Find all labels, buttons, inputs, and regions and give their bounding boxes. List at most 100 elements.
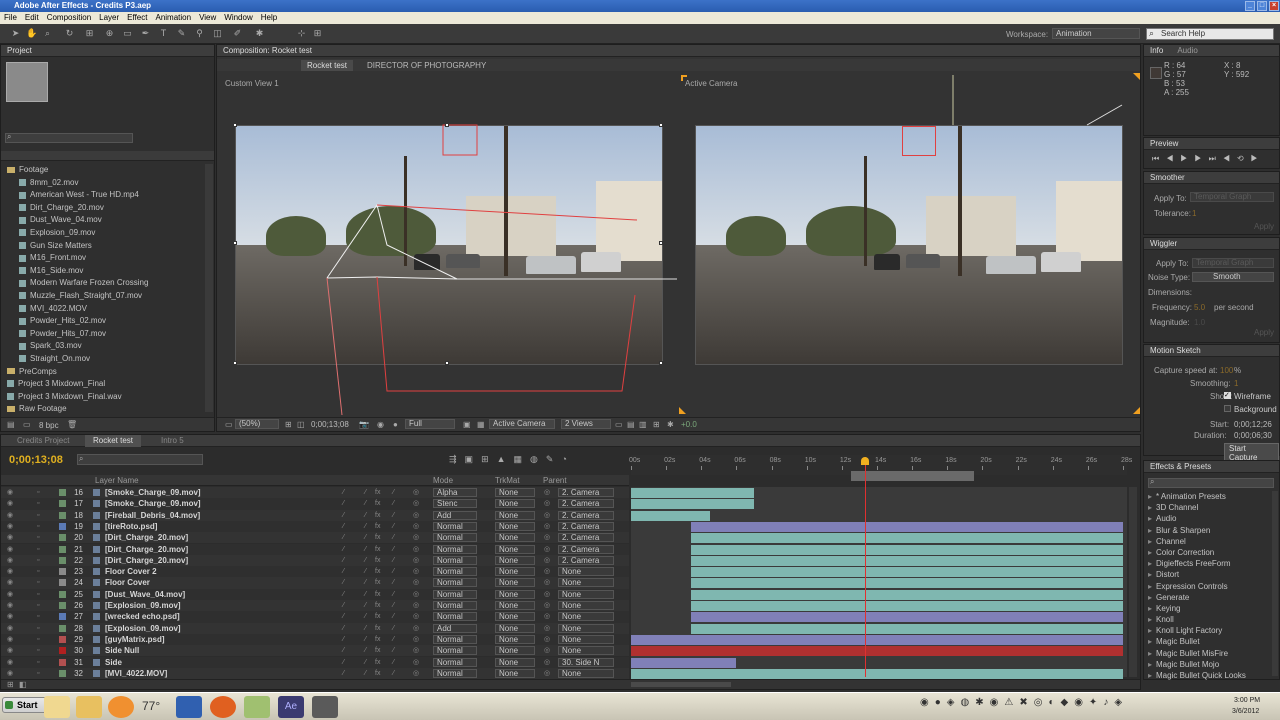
shy-switch-icon[interactable]: ⁄	[343, 579, 350, 586]
blend-mode-select[interactable]: Normal	[433, 612, 477, 622]
quality-switch-icon[interactable]: fx	[375, 512, 382, 519]
zoom-tool-icon[interactable]: ⌕	[42, 28, 53, 39]
trash-icon[interactable]: 🗑	[67, 420, 77, 429]
shy-switch-icon[interactable]: ⁄	[343, 546, 350, 553]
transparency-grid-icon[interactable]: ▦	[477, 420, 485, 429]
selection-tool-icon[interactable]: ➤	[10, 28, 21, 39]
layer-row[interactable]: ◉ ▫ 26 [Explosion_09.mov] ⁄ ⁄ fx ⁄ ◎ Normal None ◎ N…	[1, 600, 629, 612]
layer-row[interactable]: ◉ ▫ 16 [Smoke_Charge_09.mov] ⁄ ⁄ fx ⁄ ◎ Alpha None…	[1, 487, 629, 499]
hand-tool-icon[interactable]: ✋	[26, 28, 37, 39]
layer-name[interactable]: [Dirt_Charge_20.mov]	[105, 532, 188, 543]
blend-mode-select[interactable]: Normal	[433, 634, 477, 644]
project-item[interactable]: Dirt_Charge_20.mov	[5, 202, 201, 215]
lock-icon[interactable]: ▫	[37, 670, 44, 677]
parent-select[interactable]: 2. Camera	[558, 521, 614, 531]
local-axis-icon[interactable]: ⊹	[296, 28, 307, 39]
lock-icon[interactable]: ▫	[37, 546, 44, 553]
visibility-eye-icon[interactable]: ◉	[7, 670, 14, 677]
layer-color-label[interactable]	[59, 534, 66, 542]
project-item[interactable]: Spark_03.mov	[5, 340, 201, 353]
blend-mode-select[interactable]: Normal	[433, 657, 477, 667]
effects-search-input[interactable]	[1148, 478, 1274, 488]
motion-blur-switch-icon[interactable]: ⁄	[393, 647, 400, 654]
effects-category[interactable]: ▸ Knoll Light Factory	[1148, 625, 1270, 636]
3d-layer-switch-icon[interactable]: ◎	[413, 568, 420, 575]
visibility-eye-icon[interactable]: ◉	[7, 489, 14, 496]
pen-tool-icon[interactable]: ✒	[140, 28, 151, 39]
pickwhip-icon[interactable]: ◎	[544, 625, 551, 632]
color-channel-icon[interactable]: ●	[393, 420, 398, 429]
layer-duration-bar[interactable]	[690, 533, 1123, 544]
tray-icon[interactable]: ◆	[1060, 697, 1074, 708]
expand-arrow-icon[interactable]: ▸	[1148, 503, 1152, 512]
layer-handle-icon[interactable]	[659, 123, 663, 127]
menu-file[interactable]: File	[0, 13, 21, 22]
effects-category[interactable]: ▸ Knoll	[1148, 614, 1270, 625]
lock-icon[interactable]: ▫	[37, 579, 44, 586]
search-help-input[interactable]: Search Help	[1146, 28, 1274, 40]
motion-blur-switch-icon[interactable]: ⁄	[393, 500, 400, 507]
shy-switch-icon[interactable]: ⁄	[343, 636, 350, 643]
expand-arrow-icon[interactable]: ▸	[1148, 637, 1152, 646]
live-update-icon[interactable]: ▣	[465, 454, 482, 464]
track-matte-select[interactable]: None	[495, 612, 535, 622]
parent-select[interactable]: 2. Camera	[558, 499, 614, 509]
tray-icon[interactable]: ◎	[1034, 697, 1049, 708]
shy-switch-icon[interactable]: ⁄	[343, 659, 350, 666]
3d-layer-switch-icon[interactable]: ◎	[413, 613, 420, 620]
lock-icon[interactable]: ▫	[37, 602, 44, 609]
track-matte-select[interactable]: None	[495, 601, 535, 610]
visibility-eye-icon[interactable]: ◉	[7, 579, 14, 586]
layer-row[interactable]: ◉ ▫ 25 [Dust_Wave_04.mov] ⁄ ⁄ fx ⁄ ◎ Normal None ◎ N…	[1, 588, 629, 600]
active-camera-viewer[interactable]	[695, 125, 1123, 365]
project-folder[interactable]: Footage	[5, 164, 201, 177]
effects-category[interactable]: ▸ Color Correction	[1148, 547, 1270, 558]
shy-switch-icon[interactable]: ⁄	[343, 647, 350, 654]
motion-blur-switch-icon[interactable]: ⁄	[393, 512, 400, 519]
layer-name[interactable]: [Explosion_09.mov]	[105, 623, 181, 634]
visibility-eye-icon[interactable]: ◉	[7, 568, 14, 575]
puppet-tool-icon[interactable]: ✱	[254, 28, 265, 39]
project-item[interactable]: American West - True HD.mp4	[5, 189, 201, 202]
pickwhip-icon[interactable]: ◎	[544, 670, 551, 677]
layer-duration-bar[interactable]	[631, 488, 754, 498]
layer-row[interactable]: ◉ ▫ 20 [Dirt_Charge_20.mov] ⁄ ⁄ fx ⁄ ◎ Normal None…	[1, 532, 629, 544]
safe-zones-icon[interactable]: ⊞	[285, 420, 292, 429]
tab-preview[interactable]: Preview	[1150, 139, 1178, 148]
project-item[interactable]: Modern Warfare Frozen Crossing	[5, 277, 201, 290]
lock-icon[interactable]: ▫	[37, 647, 44, 654]
wireframe-checkbox[interactable]: ✓	[1224, 392, 1231, 399]
motion-blur-switch-icon[interactable]: ⁄	[393, 568, 400, 575]
bit-depth-label[interactable]: 8 bpc	[39, 421, 59, 430]
toggle-modes-icon[interactable]: ◧	[19, 680, 27, 689]
expand-arrow-icon[interactable]: ▸	[1148, 548, 1152, 557]
parent-select[interactable]: 2. Camera	[558, 544, 614, 554]
show-channel-icon[interactable]: ◉	[377, 420, 384, 429]
tray-icon[interactable]: ◉	[920, 697, 935, 708]
motion-blur-switch-icon[interactable]: ⁄	[393, 591, 400, 598]
motion-blur-switch-icon[interactable]: ⁄	[393, 602, 400, 609]
layer-duration-bar[interactable]	[690, 521, 1123, 532]
col-trkmat[interactable]: TrkMat	[495, 476, 520, 485]
comp-timecode[interactable]: 0;00;13;08	[311, 420, 349, 429]
app-icon[interactable]	[312, 696, 338, 718]
shy-switch-icon[interactable]: ⁄	[343, 489, 350, 496]
layer-color-label[interactable]	[59, 568, 66, 576]
lock-icon[interactable]: ▫	[37, 591, 44, 598]
quality-switch-icon[interactable]: fx	[375, 670, 382, 677]
parent-select[interactable]: None	[558, 634, 614, 644]
tab-smoother[interactable]: Smoother	[1150, 173, 1185, 182]
motion-blur-switch-icon[interactable]: ⁄	[393, 489, 400, 496]
layer-duration-bar[interactable]	[690, 589, 1123, 600]
lock-icon[interactable]: ▫	[37, 625, 44, 632]
motion-blur-switch-icon[interactable]: ⁄	[393, 613, 400, 620]
project-item[interactable]: Project 3 Mixdown_Final	[5, 378, 201, 391]
quality-switch-icon[interactable]: fx	[375, 546, 382, 553]
motion-blur-switch-icon[interactable]: ⁄	[393, 534, 400, 541]
blend-mode-select[interactable]: Stenc	[433, 499, 477, 509]
project-item[interactable]: Dust_Wave_04.mov	[5, 214, 201, 227]
project-item[interactable]: M16_Front.mov	[5, 252, 201, 265]
exposure-reset-icon[interactable]: ✱	[667, 420, 674, 429]
pickwhip-icon[interactable]: ◎	[544, 489, 551, 496]
pickwhip-icon[interactable]: ◎	[544, 647, 551, 654]
